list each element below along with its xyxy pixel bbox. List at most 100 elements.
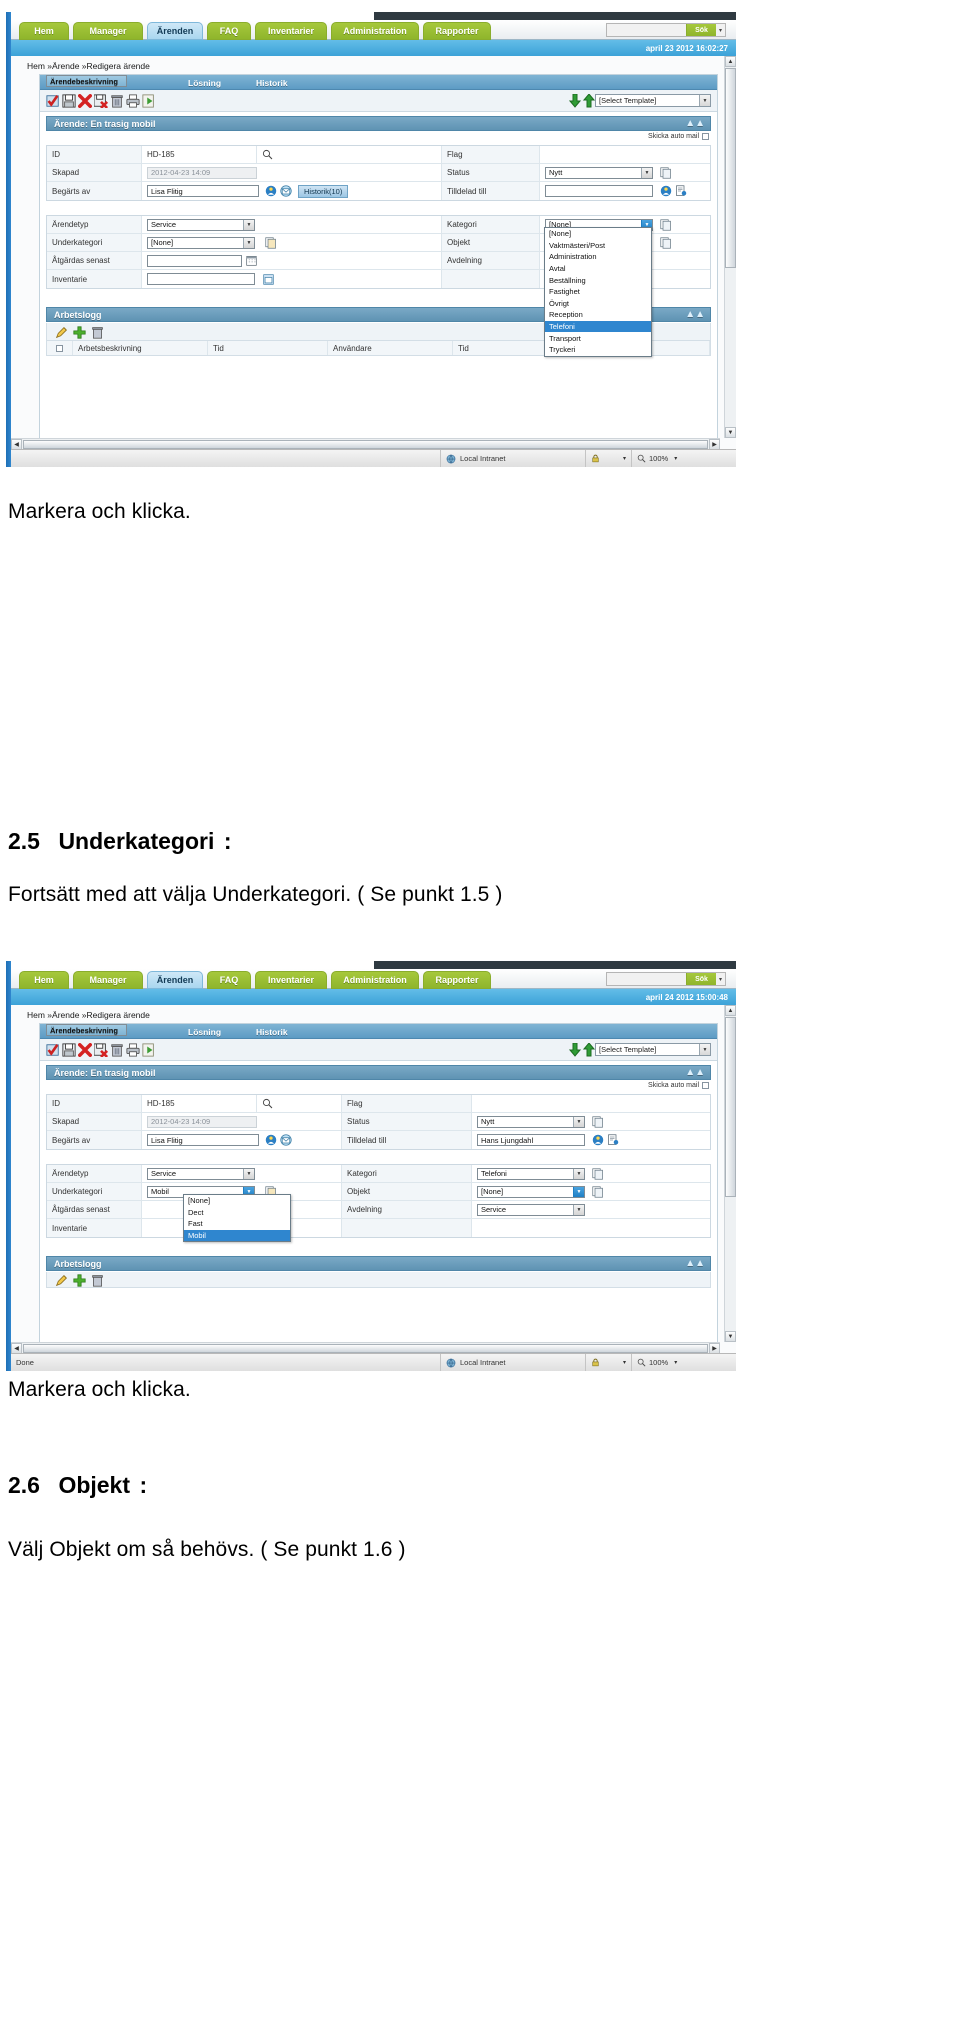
collapse-chevron-icon[interactable]: ▲▲ [685, 1067, 705, 1078]
chevron-down-icon[interactable]: ▼ [573, 1186, 584, 1197]
save-as-icon[interactable] [94, 94, 108, 108]
dropdown-option[interactable]: Vaktmästeri/Post [545, 240, 651, 252]
move-up-arrow-icon[interactable] [583, 94, 595, 108]
add-plus-icon[interactable] [73, 326, 86, 339]
tilldelad-input[interactable] [545, 185, 653, 197]
historik-button[interactable]: Historik(10) [298, 184, 349, 198]
trash-icon[interactable] [110, 1043, 124, 1057]
scroll-right-arrow[interactable]: ▶ [709, 438, 720, 450]
edit-pencil-icon[interactable] [55, 1274, 68, 1287]
dropdown-option[interactable]: [None] [545, 228, 651, 240]
begarts-input[interactable]: Lisa Flitig [147, 185, 259, 197]
nav-tab-administration[interactable]: Administration [331, 22, 419, 40]
copy-icon[interactable] [660, 218, 672, 231]
dropdown-option-selected[interactable]: Telefoni [545, 320, 651, 333]
arendetyp-select[interactable]: Service ▼ [147, 1167, 255, 1180]
add-plus-icon[interactable] [73, 1274, 86, 1287]
dropdown-option[interactable]: [None] [184, 1195, 290, 1207]
chevron-down-icon[interactable]: ▼ [641, 167, 652, 178]
chevron-down-icon[interactable]: ▾ [623, 1359, 626, 1366]
search-button[interactable]: Sök [686, 24, 716, 36]
copy-icon[interactable] [592, 1185, 604, 1198]
chevron-down-icon[interactable]: ▼ [243, 237, 254, 248]
nav-tab-inventarier[interactable]: Inventarier [255, 971, 327, 989]
chevron-down-icon[interactable]: ▼ [243, 1168, 254, 1179]
tilldelad-input[interactable]: Hans Ljungdahl [477, 1134, 585, 1146]
dropdown-option[interactable]: Fastighet [545, 286, 651, 298]
copy-icon[interactable] [660, 166, 672, 179]
underkategori-dropdown-list[interactable]: [None] Dect Fast Mobil [183, 1194, 291, 1243]
chevron-down-icon[interactable]: ▾ [674, 455, 677, 462]
avdelning-select[interactable]: Service ▼ [477, 1203, 585, 1216]
assign-doc-icon[interactable] [607, 1134, 619, 1146]
begarts-input[interactable]: Lisa Flitig [147, 1134, 259, 1146]
collapse-chevron-icon[interactable]: ▲▲ [685, 1258, 705, 1269]
copy-icon[interactable] [592, 1167, 604, 1180]
auto-mail-checkbox[interactable] [702, 1082, 709, 1089]
horizontal-scroll-thumb[interactable] [23, 1343, 708, 1353]
status-select[interactable]: Nytt ▼ [545, 166, 653, 179]
dropdown-option[interactable]: Administration [545, 251, 651, 263]
scroll-right-arrow[interactable]: ▶ [709, 1342, 720, 1354]
print-icon[interactable] [126, 1043, 140, 1057]
dropdown-option[interactable]: Transport [545, 332, 651, 344]
kategori-select[interactable]: Telefoni ▼ [477, 1167, 585, 1180]
copy-icon[interactable] [592, 1115, 604, 1128]
nav-tab-inventarier[interactable]: Inventarier [255, 22, 327, 40]
search-dropdown-caret[interactable]: ▾ [716, 976, 725, 983]
mail-icon[interactable] [280, 1134, 292, 1146]
nav-tab-manager[interactable]: Manager [73, 22, 143, 40]
delete-x-icon[interactable] [78, 94, 92, 108]
dropdown-option[interactable]: Övrigt [545, 298, 651, 310]
save-as-icon[interactable] [94, 1043, 108, 1057]
nav-tab-arenden[interactable]: Ärenden [147, 22, 203, 40]
chevron-down-icon[interactable]: ▼ [699, 95, 710, 106]
dropdown-option[interactable]: Avtal [545, 263, 651, 275]
dropdown-option[interactable]: Fast [184, 1218, 290, 1230]
global-search[interactable]: Sök ▾ [606, 23, 726, 37]
tab-historik[interactable]: Historik [248, 1024, 296, 1039]
scroll-down-arrow[interactable]: ▼ [725, 1331, 736, 1342]
chevron-down-icon[interactable]: ▼ [573, 1204, 584, 1215]
arendetyp-select[interactable]: Service ▼ [147, 218, 255, 231]
objekt-select[interactable]: [None] ▼ [477, 1185, 585, 1198]
tab-losning[interactable]: Lösning [180, 75, 229, 90]
inventarie-input[interactable] [147, 273, 255, 285]
dropdown-option[interactable]: Reception [545, 309, 651, 321]
trash-icon[interactable] [91, 326, 104, 339]
template-select[interactable]: [Select Template] ▼ [595, 1043, 711, 1056]
tab-historik[interactable]: Historik [248, 75, 296, 90]
delete-x-icon[interactable] [78, 1043, 92, 1057]
export-icon[interactable] [142, 1043, 156, 1057]
chevron-down-icon[interactable]: ▾ [674, 1359, 677, 1366]
nav-tab-arenden[interactable]: Ärenden [147, 971, 203, 989]
collapse-chevron-icon[interactable]: ▲▲ [685, 118, 705, 129]
dropdown-option[interactable]: Dect [184, 1207, 290, 1219]
copy-icon[interactable] [265, 236, 277, 249]
scroll-left-arrow[interactable]: ◀ [11, 438, 22, 450]
scroll-up-arrow[interactable]: ▲ [725, 56, 736, 67]
horizontal-scroll-thumb[interactable] [23, 439, 708, 449]
scroll-down-arrow[interactable]: ▼ [725, 427, 736, 438]
dropdown-option-selected[interactable]: Mobil [184, 1229, 290, 1242]
tab-arendebeskrivning[interactable]: Ärendebeskrivning [46, 75, 127, 87]
save-disk-icon[interactable] [62, 94, 76, 108]
move-down-arrow-icon[interactable] [569, 1043, 581, 1057]
copy-icon[interactable] [660, 236, 672, 249]
user-icon[interactable] [592, 1134, 604, 1146]
vertical-scrollbar[interactable]: ▲ ▼ [724, 1005, 736, 1342]
worklog-col-tid-1[interactable]: Tid [208, 341, 328, 355]
status-zoom[interactable]: 100% ▾ [632, 450, 736, 467]
vertical-scrollbar[interactable]: ▲ ▼ [724, 56, 736, 438]
global-search[interactable]: Sök ▾ [606, 972, 726, 986]
worklog-col-arbetsbeskrivning[interactable]: Arbetsbeskrivning [73, 341, 208, 355]
save-check-icon[interactable] [46, 1043, 60, 1057]
user-icon[interactable] [265, 1134, 277, 1146]
tab-arendebeskrivning[interactable]: Ärendebeskrivning [46, 1024, 127, 1036]
move-down-arrow-icon[interactable] [569, 94, 581, 108]
breadcrumb[interactable]: Hem »Ärende »Redigera ärende [27, 1010, 150, 1020]
nav-tab-manager[interactable]: Manager [73, 971, 143, 989]
dropdown-option[interactable]: Tryckeri [545, 344, 651, 356]
search-icon[interactable] [262, 149, 273, 160]
trash-icon[interactable] [110, 94, 124, 108]
